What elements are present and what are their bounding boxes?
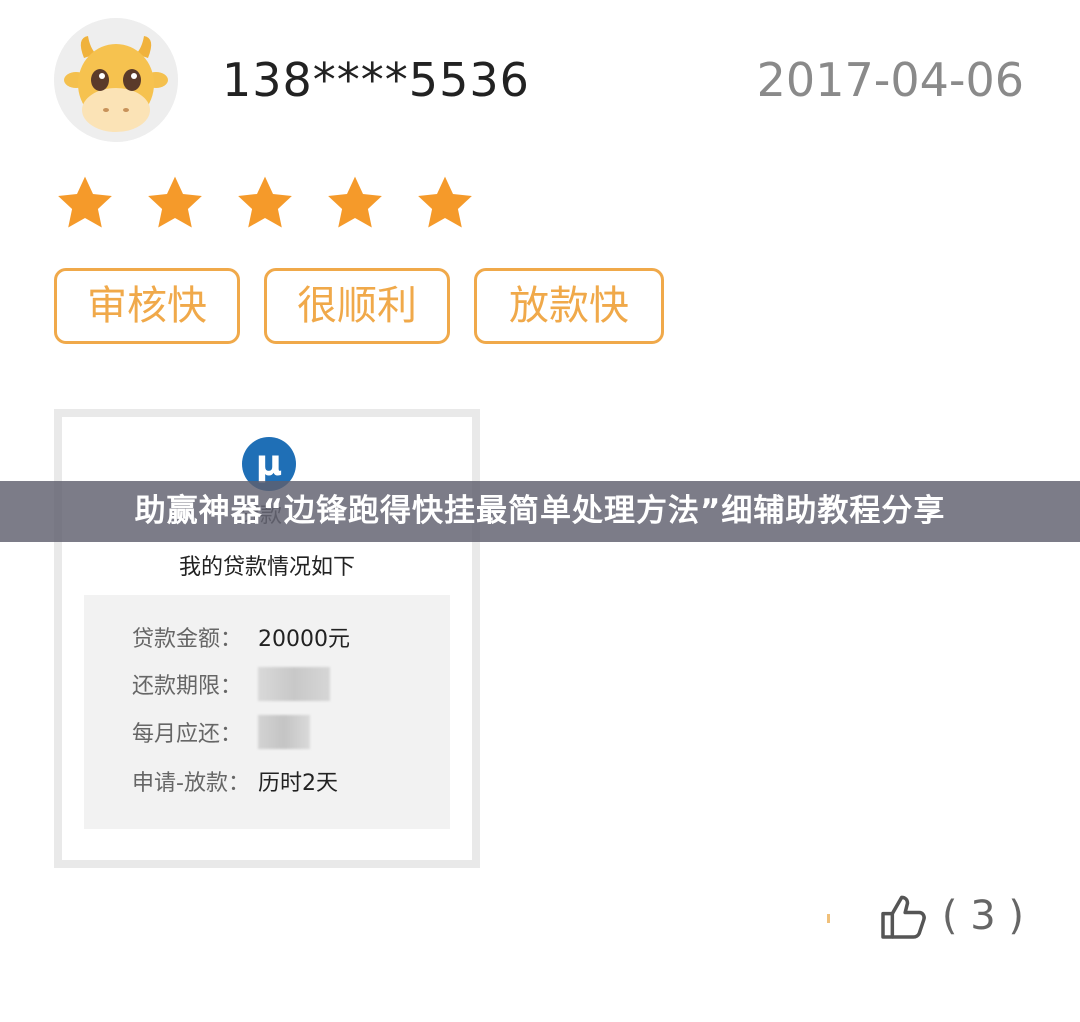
star-icon <box>414 172 476 234</box>
review-tags: 审核快 很顺利 放款快 <box>54 268 664 344</box>
star-icon <box>324 172 386 234</box>
like-button[interactable]: ( 3 ) <box>876 888 1024 944</box>
rating-stars <box>54 172 476 234</box>
overlay-banner: 助赢神器“边锋跑得快挂最简单处理方法”细辅助教程分享 <box>0 481 1080 542</box>
info-row-duration: 申请-放款： 历时2天 <box>132 765 338 797</box>
star-icon <box>234 172 296 234</box>
blurred-value <box>258 715 310 749</box>
thumbs-up-icon <box>876 888 932 944</box>
blurred-value <box>258 667 330 701</box>
photo-heading: 我的贷款情况如下 <box>178 555 355 580</box>
info-label: 每月应还： <box>132 722 243 747</box>
avatar[interactable] <box>54 18 178 142</box>
loan-info-box: 贷款金额： 20000元 还款期限： 每月应还： 申请-放款： 历时2天 <box>84 595 450 829</box>
star-icon <box>144 172 206 234</box>
cow-avatar-icon <box>54 18 178 142</box>
info-label: 贷款金额： <box>132 627 243 652</box>
tag-fast-review: 审核快 <box>54 268 240 344</box>
info-row-monthly: 每月应还： <box>132 715 310 749</box>
like-count: ( 3 ) <box>941 893 1024 939</box>
tag-fast-payout: 放款快 <box>474 268 664 344</box>
decorative-dot <box>827 914 830 923</box>
info-label: 申请-放款： <box>132 771 250 796</box>
info-label: 还款期限： <box>132 674 243 699</box>
review-date: 2017-04-06 <box>756 53 1024 107</box>
info-row-amount: 贷款金额： 20000元 <box>132 621 350 653</box>
info-value: 历时2天 <box>258 771 338 796</box>
info-row-term: 还款期限： <box>132 667 330 701</box>
info-value: 20000元 <box>258 627 350 652</box>
tag-smooth: 很顺利 <box>264 268 450 344</box>
reviewer-username: 138****5536 <box>222 53 530 107</box>
star-icon <box>54 172 116 234</box>
review-photo[interactable]: μ 贷款 我的贷款情况如下 贷款金额： 20000元 还款期限： 每月应还： 申… <box>54 409 480 868</box>
